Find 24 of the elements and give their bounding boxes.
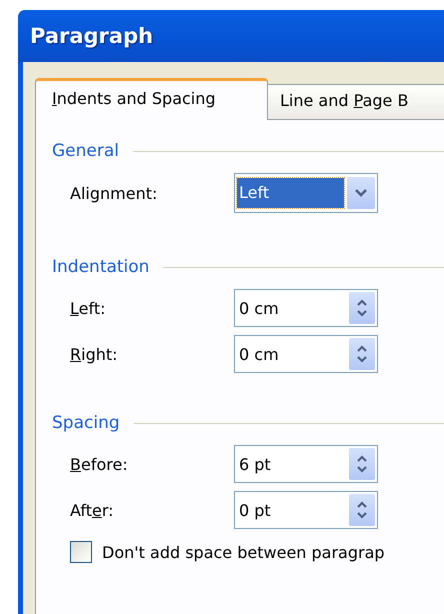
- field-label: After:: [70, 500, 115, 520]
- dropdown-button[interactable]: [347, 177, 375, 209]
- spin-button[interactable]: [349, 494, 375, 526]
- group-title: Spacing: [52, 413, 120, 433]
- spin-button[interactable]: [349, 338, 375, 370]
- checkbox[interactable]: [70, 541, 92, 563]
- dropdown[interactable]: Left: [234, 173, 378, 213]
- spin-field[interactable]: 0 cm: [234, 335, 378, 373]
- field-label: Right:: [70, 344, 119, 364]
- spin-button[interactable]: [349, 292, 375, 324]
- spin-button[interactable]: [349, 448, 375, 480]
- chevron-down-icon: [354, 188, 368, 198]
- tab[interactable]: Indents and Spacing: [35, 78, 268, 120]
- tab[interactable]: Line and Page B: [268, 84, 444, 120]
- window-title: Paragraph: [30, 24, 154, 48]
- spin-field[interactable]: 0 pt: [234, 491, 378, 529]
- group-title: General: [52, 141, 119, 161]
- field-label: Before:: [70, 454, 129, 474]
- checkbox-label: Don't add space between paragrap: [102, 542, 385, 562]
- group-title: Indentation: [52, 257, 150, 277]
- spin-field[interactable]: 0 cm: [234, 289, 378, 327]
- field-label: Left:: [70, 298, 106, 318]
- field-label: Alignment:: [70, 184, 158, 202]
- spin-field[interactable]: 6 pt: [234, 445, 378, 483]
